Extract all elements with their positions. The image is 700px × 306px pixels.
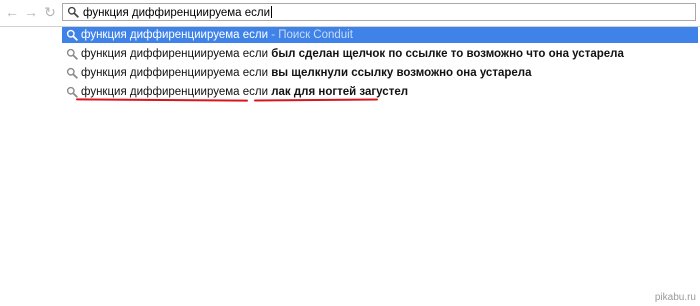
watermark-text: pikabu.ru [654,292,696,303]
omnibox-suggestions-dropdown: функция диффиренциируема если - Поиск Co… [62,27,698,103]
suggestion-text: функция диффиренциируема если - Поиск Co… [81,27,353,43]
suggestion-query: функция диффиренциируема если [81,29,269,41]
address-bar[interactable]: функция диффиренциируема если [62,3,696,21]
back-arrow-icon[interactable]: ← [5,5,19,19]
forward-arrow-icon[interactable]: → [24,5,38,19]
search-icon [66,29,78,41]
suggestion-query: функция диффиренциируема если [81,48,269,60]
address-bar-text[interactable]: функция диффиренциируема если [83,6,273,19]
search-icon [67,6,79,18]
suggestion-text: функция диффиренциируема если вы щелкнул… [81,65,531,81]
suggestion-completion: был сделан щелчок по ссылке то возможно … [271,48,624,60]
suggestion-completion: лак для ногтей загустел [271,86,409,98]
text-cursor [271,6,273,18]
suggestion-text: функция диффиренциируема если лак для но… [81,84,408,100]
reload-icon[interactable]: ↻ [43,5,57,19]
search-icon [66,86,78,98]
search-icon [66,67,78,79]
suggestion-query: функция диффиренциируема если [81,67,269,79]
browser-toolbar: ← → ↻ функция диффиренциируема если [0,0,700,27]
suggestion-text: функция диффиренциируема если был сделан… [81,46,624,62]
suggestion-row[interactable]: функция диффиренциируема если был сделан… [62,46,698,62]
suggestion-row-selected[interactable]: функция диффиренциируема если - Поиск Co… [62,27,698,43]
suggestion-hint: - Поиск Conduit [268,29,353,41]
suggestion-query: функция диффиренциируема если [81,86,269,98]
suggestion-row-underlined[interactable]: функция диффиренциируема если лак для но… [62,84,698,100]
suggestion-completion: вы щелкнули ссылку возможно она устарела [271,67,532,79]
search-icon [66,48,78,60]
suggestion-row[interactable]: функция диффиренциируема если вы щелкнул… [62,65,698,81]
